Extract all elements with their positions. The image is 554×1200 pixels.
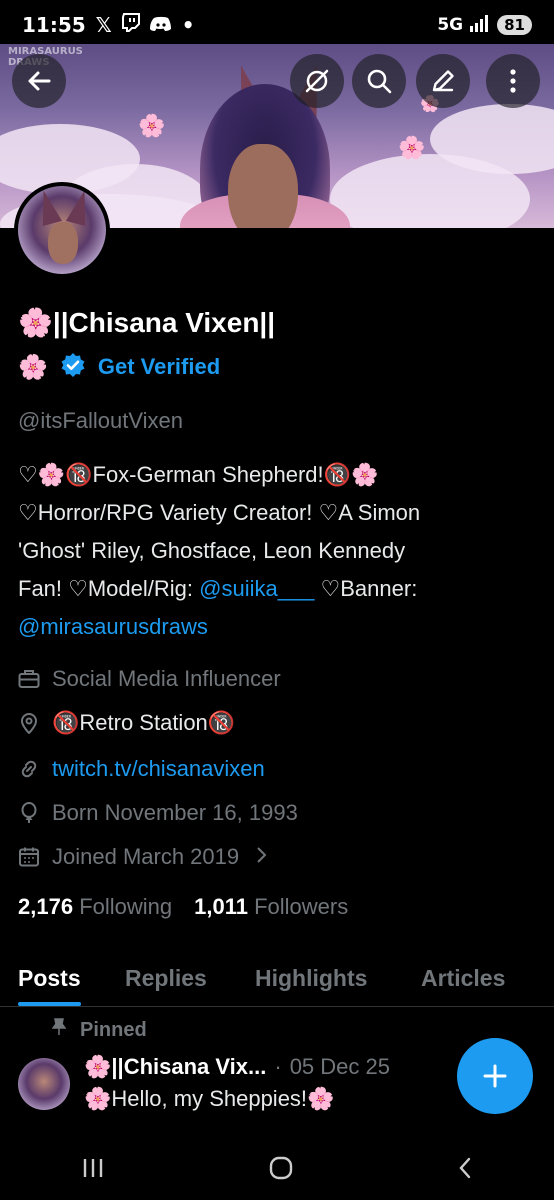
x-notification-icon: 𝕏 [95, 13, 112, 37]
bio-mention-link[interactable]: @mirasaurusdraws [18, 614, 208, 639]
followers-count: 1,011 [194, 894, 248, 919]
calendar-icon [18, 846, 40, 868]
tab-articles[interactable]: Articles [421, 950, 505, 1006]
profile-bio: ♡🌸🔞Fox-German Shepherd!🔞🌸 ♡Horror/RPG Va… [18, 456, 538, 646]
pinned-label: Pinned [80, 1018, 147, 1041]
post-author[interactable]: 🌸||Chisana Vix... [84, 1054, 266, 1080]
signal-icon [469, 14, 491, 37]
avatar [18, 186, 106, 274]
post-separator: · [274, 1054, 282, 1079]
status-time: 11:55 [22, 13, 86, 37]
profile-handle: @itsFalloutVixen [18, 408, 183, 433]
more-vertical-icon [510, 69, 516, 93]
plus-icon [483, 1064, 507, 1088]
joined-row[interactable]: Joined March 2019 [18, 844, 267, 870]
tab-posts[interactable]: Posts [18, 950, 81, 1006]
home-icon[interactable] [268, 1155, 294, 1185]
link-icon [18, 758, 40, 780]
followers-link[interactable]: 1,011 Followers [194, 894, 348, 920]
more-button[interactable] [486, 54, 540, 108]
profile-tabs: Posts Replies Highlights Articles [0, 950, 554, 1007]
website-link[interactable]: twitch.tv/chisanavixen [52, 756, 265, 782]
follow-counts: 2,176 Following 1,011 Followers [18, 894, 348, 920]
post-text[interactable]: 🌸Hello, my Sheppies!🌸 [84, 1086, 334, 1112]
arrow-left-icon [28, 71, 51, 91]
pencil-icon [432, 70, 454, 92]
bio-line: Fan! ♡Model/Rig: @suiika___ ♡Banner: [18, 570, 538, 608]
post-header: 🌸||Chisana Vix... · 05 Dec 25 [84, 1054, 390, 1080]
get-verified-link[interactable]: Get Verified [98, 354, 220, 380]
profile-avatar[interactable] [14, 182, 110, 278]
name-emoji: 🌸 [18, 353, 48, 381]
following-link[interactable]: 2,176 Following [18, 894, 172, 920]
recents-icon[interactable] [81, 1157, 105, 1183]
bio-text: ♡Banner: [314, 576, 418, 601]
display-name: 🌸||Chisana Vixen|| [18, 307, 276, 338]
bio-line: ♡🌸🔞Fox-German Shepherd!🔞🌸 [18, 462, 379, 487]
status-bar: 11:55 𝕏 • 5G 81 [0, 0, 554, 50]
discord-notification-icon [149, 13, 172, 37]
category-label: Social Media Influencer [52, 666, 281, 691]
following-count: 2,176 [18, 894, 74, 919]
network-label: 5G [437, 15, 464, 35]
grok-icon [305, 69, 329, 93]
verified-row: 🌸 Get Verified [18, 352, 220, 382]
location-row: 🔞Retro Station🔞 [18, 710, 235, 736]
back-nav-icon[interactable] [457, 1156, 473, 1184]
grok-button[interactable] [290, 54, 344, 108]
edit-button[interactable] [416, 54, 470, 108]
back-button[interactable] [12, 54, 66, 108]
post-avatar[interactable] [18, 1058, 70, 1110]
joined-label: Joined March 2019 [52, 844, 240, 869]
twitch-notification-icon [121, 12, 140, 38]
location-pin-icon [18, 712, 40, 734]
website-row: twitch.tv/chisanavixen [18, 756, 265, 782]
system-nav-bar [0, 1140, 554, 1200]
search-button[interactable] [352, 54, 406, 108]
verified-badge-icon[interactable] [60, 352, 86, 382]
category-row: Social Media Influencer [18, 666, 281, 692]
compose-fab[interactable] [457, 1038, 533, 1114]
pin-icon [51, 1018, 67, 1042]
following-label: Following [79, 894, 173, 919]
dot-icon: • [181, 13, 195, 37]
pinned-indicator: Pinned [51, 1018, 147, 1042]
tab-replies[interactable]: Replies [125, 950, 207, 1006]
bio-line: ♡Horror/RPG Variety Creator! ♡A Simon [18, 500, 421, 525]
bio-text: Fan! ♡Model/Rig: [18, 576, 200, 601]
birthday-row: Born November 16, 1993 [18, 800, 298, 826]
location-label: 🔞Retro Station🔞 [52, 710, 236, 735]
search-icon [367, 69, 392, 94]
post-date: 05 Dec 25 [289, 1054, 390, 1079]
tab-highlights[interactable]: Highlights [255, 950, 367, 1006]
birthday-label: Born November 16, 1993 [52, 800, 298, 825]
bio-line: 'Ghost' Riley, Ghostface, Leon Kennedy [18, 538, 406, 563]
briefcase-icon [18, 668, 40, 690]
bio-mention-link[interactable]: @suiika___ [199, 576, 314, 601]
bio-line: @mirasaurusdraws [18, 608, 538, 646]
chevron-right-icon [255, 844, 267, 870]
battery-indicator: 81 [497, 15, 532, 35]
balloon-icon [18, 802, 40, 824]
followers-label: Followers [254, 894, 349, 919]
